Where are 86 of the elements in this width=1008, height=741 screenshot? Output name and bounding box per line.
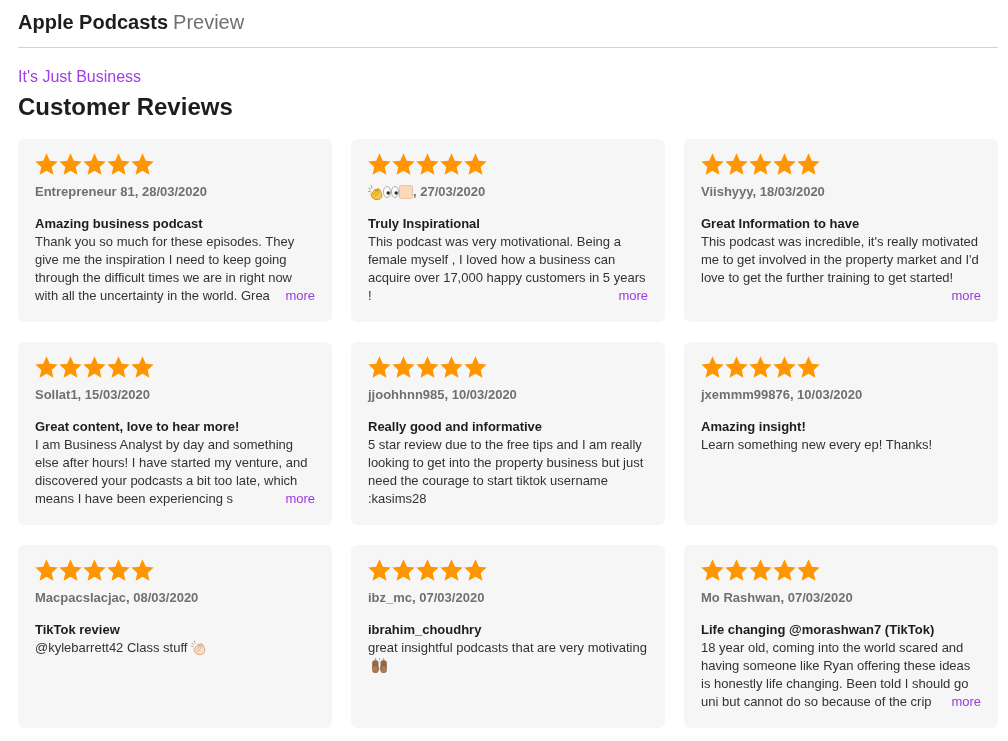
review-text: This podcast was very motivational. Being a female myself , I loved how a business can acquire over 17,000 happy customers in 5 years ! more <box>368 233 648 305</box>
review-text: @kylebarrett42 Class stuff <box>35 640 188 655</box>
section-heading: Customer Reviews <box>18 92 233 122</box>
star-icon <box>59 559 82 581</box>
star-icon <box>440 356 463 378</box>
star-icon <box>725 356 748 378</box>
review-text: 5 star review due to the free tips and I am really looking to get into the property business but just need the courage to start tiktok username :kasims28 <box>368 436 645 508</box>
preview-label: Preview <box>173 10 245 35</box>
star-icon <box>35 356 58 378</box>
star-icon <box>440 559 463 581</box>
star-icon <box>83 356 106 378</box>
clapping-hands-icon <box>191 640 207 655</box>
star-icon <box>749 153 772 175</box>
review-text: great insightful podcasts that are very motivating <box>368 640 647 655</box>
review-title: Great content, love to hear more! <box>35 418 240 436</box>
star-icon <box>107 153 130 175</box>
review-text: This podcast was incredible, it's really motivated me to get involved in the property market and I'd love to get the further training to get started! more <box>701 233 981 305</box>
review-text: Thank you so much for these episodes. They give me the inspiration I need to keep going through the difficult times we are in right now with all the uncertainty in the world. Grea more <box>35 233 315 305</box>
review-byline: jxemmm99876, 10/03/2020 <box>701 386 863 404</box>
star-icon <box>464 559 487 581</box>
review-byline: ibz_mc, 07/03/2020 <box>368 589 485 607</box>
star-icon <box>701 356 724 378</box>
star-icon <box>440 153 463 175</box>
swatch-icon <box>399 185 413 199</box>
star-icon <box>368 559 391 581</box>
star-icon <box>392 559 415 581</box>
review-title: Really good and informative <box>368 418 543 436</box>
star-icon <box>416 153 439 175</box>
star-icon <box>368 356 391 378</box>
star-icon <box>59 356 82 378</box>
eyes-icon <box>383 186 399 198</box>
review-title: Amazing insight! <box>701 418 806 436</box>
review-byline: Viishyyy, 18/03/2020 <box>701 183 825 201</box>
star-icon <box>773 153 796 175</box>
review-byline: Sollat1, 15/03/2020 <box>35 386 150 404</box>
star-icon <box>797 153 820 175</box>
app-title: Apple Podcasts <box>18 10 169 35</box>
star-icon <box>131 356 154 378</box>
review-title: Truly Inspirational <box>368 215 480 233</box>
review-title: Amazing business podcast <box>35 215 203 233</box>
more-link[interactable]: more <box>285 287 315 305</box>
star-icon <box>392 153 415 175</box>
star-icon <box>749 356 772 378</box>
star-icon <box>392 356 415 378</box>
review-title: TikTok review <box>35 621 120 639</box>
star-icon <box>131 153 154 175</box>
star-icon <box>83 559 106 581</box>
star-icon <box>464 356 487 378</box>
review-byline: Mo Rashwan, 07/03/2020 <box>701 589 853 607</box>
star-icon <box>797 356 820 378</box>
star-icon <box>416 356 439 378</box>
star-icon <box>701 153 724 175</box>
star-icon <box>464 153 487 175</box>
star-icon <box>35 153 58 175</box>
star-icon <box>35 559 58 581</box>
more-link[interactable]: more <box>618 287 648 305</box>
review-text: 18 year old, coming into the world scared and having someone like Ryan offering these ideas is honestly life changing. Been told I should go uni but cannot do so because of the crip more <box>701 639 981 711</box>
star-icon <box>725 153 748 175</box>
more-link[interactable]: more <box>951 693 981 711</box>
star-icon <box>725 559 748 581</box>
star-icon <box>797 559 820 581</box>
review-title: Life changing @morashwan7 (TikTok) <box>701 621 935 639</box>
star-icon <box>773 356 796 378</box>
more-link[interactable]: more <box>951 287 981 305</box>
podcast-link[interactable]: It's Just Business <box>18 66 142 88</box>
star-icon <box>701 559 724 581</box>
star-icon <box>107 559 130 581</box>
review-byline: Entrepreneur 81, 28/03/2020 <box>35 183 207 201</box>
star-icon <box>59 153 82 175</box>
star-icon <box>749 559 772 581</box>
star-icon <box>131 559 154 581</box>
review-text: I am Business Analyst by day and something else after hours! I have started my venture, and discovered your podcasts a bit too late, which means I have been experiencing s more <box>35 436 315 508</box>
star-icon <box>368 153 391 175</box>
review-byline: Macpacslacjac, 08/03/2020 <box>35 589 199 607</box>
review-byline: jjoohhnn985, 10/03/2020 <box>368 386 517 404</box>
review-title: Great Information to have <box>701 215 860 233</box>
star-icon <box>773 559 796 581</box>
clapping-hands-icon <box>368 184 383 200</box>
star-icon <box>107 356 130 378</box>
more-link[interactable]: more <box>285 490 315 508</box>
review-text: Learn something new every ep! Thanks! <box>701 436 933 454</box>
star-icon <box>416 559 439 581</box>
raised-hands-icon <box>372 658 387 673</box>
review-byline: , 27/03/2020 <box>413 183 486 201</box>
star-icon <box>83 153 106 175</box>
review-title: ibrahim_choudhry <box>368 621 482 639</box>
